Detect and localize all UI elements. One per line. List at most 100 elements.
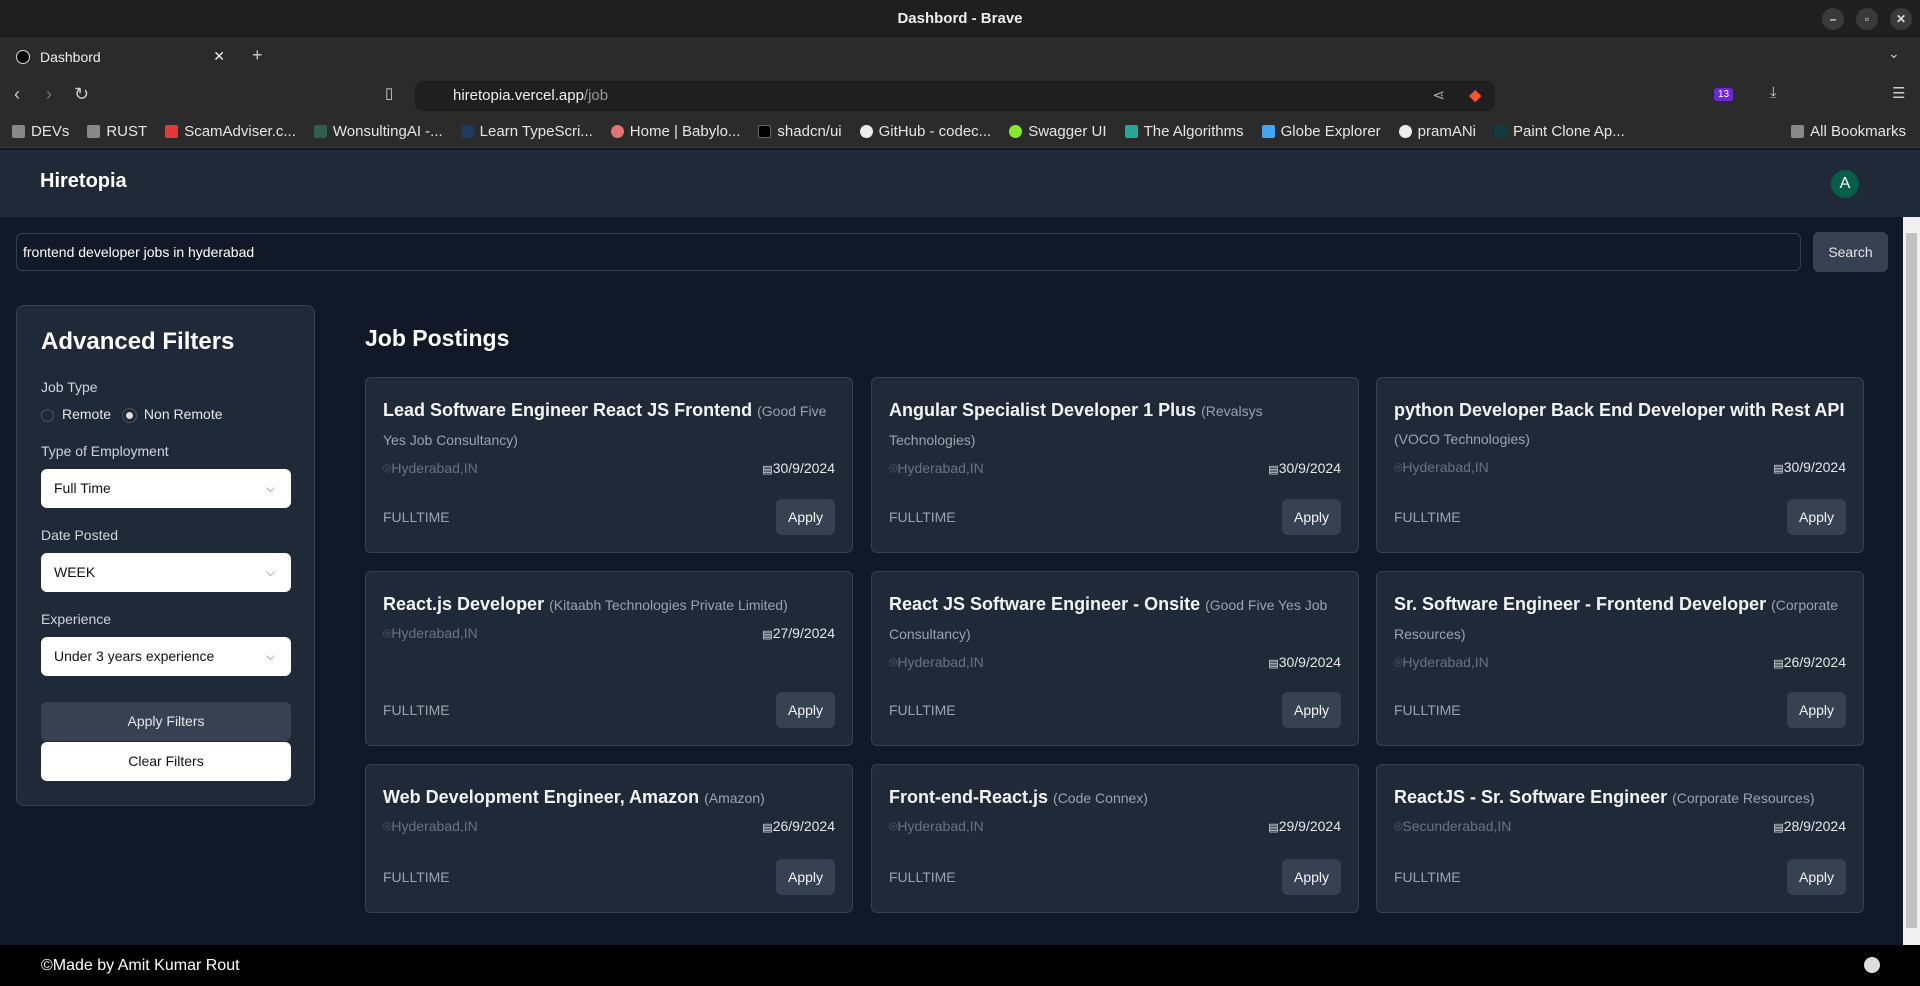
download-icon[interactable]: ⤓ (1770, 84, 1777, 101)
apply-button[interactable]: Apply (1787, 859, 1846, 895)
calendar-icon: ▤ (1268, 464, 1279, 476)
github-icon[interactable] (1864, 957, 1880, 973)
bookmark-item[interactable]: Learn TypeScri... (460, 123, 593, 140)
job-title[interactable]: Lead Software Engineer React JS Frontend… (383, 396, 835, 454)
radio-icon (41, 408, 54, 422)
new-tab-button[interactable]: + (252, 45, 263, 66)
job-card: ReactJS - Sr. Software Engineer (Corpora… (1376, 764, 1864, 913)
bookmark-item[interactable]: WonsultingAI -... (313, 123, 443, 140)
bookmark-item[interactable]: Swagger UI (1009, 123, 1107, 140)
job-title[interactable]: Web Development Engineer, Amazon (Amazon… (383, 783, 835, 812)
job-location: ⌾Hyderabad,IN (889, 818, 984, 835)
bookmark-item[interactable]: DEVs (12, 123, 69, 140)
all-bookmarks[interactable]: All Bookmarks (1791, 123, 1906, 140)
tab-dashbord[interactable]: Dashbord ✕ (8, 37, 233, 76)
bookmark-label: Swagger UI (1028, 123, 1107, 140)
maximize-button[interactable]: ▫ (1856, 8, 1878, 30)
apply-button[interactable]: Apply (1282, 692, 1341, 728)
bookmark-label: All Bookmarks (1810, 123, 1906, 140)
job-title-text: Web Development Engineer, Amazon (383, 787, 700, 807)
job-title[interactable]: React.js Developer (Kitaabh Technologies… (383, 590, 835, 619)
apply-button[interactable]: Apply (1282, 499, 1341, 535)
share-icon[interactable]: ⋖ (1432, 81, 1445, 111)
job-title-text: python Developer Back End Developer with… (1394, 400, 1845, 420)
job-title-text: Sr. Software Engineer - Frontend Develop… (1394, 594, 1767, 614)
calendar-icon: ▤ (1268, 658, 1279, 670)
url-path: /job (583, 87, 609, 104)
date-posted-select[interactable]: WEEK ⌵ (41, 553, 291, 592)
job-title[interactable]: Angular Specialist Developer 1 Plus (Rev… (889, 396, 1341, 454)
apply-filters-button[interactable]: Apply Filters (41, 702, 291, 741)
bookmark-item[interactable]: Globe Explorer (1261, 123, 1381, 140)
job-card: python Developer Back End Developer with… (1376, 377, 1864, 553)
bookmark-label: DEVs (31, 123, 70, 140)
bookmark-item[interactable]: Paint Clone Ap... (1494, 123, 1625, 140)
bookmark-label: The Algorithms (1143, 123, 1244, 140)
folder-icon (12, 125, 25, 138)
menu-icon[interactable]: ☰ (1892, 84, 1905, 102)
apply-button[interactable]: Apply (776, 692, 835, 728)
forward-button[interactable]: › (46, 84, 52, 105)
employment-select[interactable]: Full Time ⌵ (41, 469, 291, 508)
employment-value: Full Time (54, 480, 111, 496)
logo[interactable]: Hiretopia (40, 170, 127, 193)
reload-button[interactable]: ↻ (74, 84, 89, 105)
minimize-button[interactable]: – (1822, 8, 1844, 30)
non-remote-radio[interactable]: Non Remote (122, 406, 223, 422)
calendar-icon: ▤ (1773, 822, 1784, 834)
clear-filters-button[interactable]: Clear Filters (41, 742, 291, 781)
footer: ©Made by Amit Kumar Rout (0, 945, 1920, 986)
employment-type: FULLTIME (889, 509, 956, 525)
apply-button[interactable]: Apply (1787, 692, 1846, 728)
date-text: 28/9/2024 (1783, 818, 1846, 834)
company-name: (Amazon) (704, 790, 765, 806)
apply-button[interactable]: Apply (776, 859, 835, 895)
bookmark-item[interactable]: Home | Babylo... (610, 123, 740, 140)
experience-select[interactable]: Under 3 years experience ⌵ (41, 637, 291, 676)
bookmark-item[interactable]: The Algorithms (1124, 123, 1244, 140)
brave-shield-icon[interactable]: ◆ (1469, 81, 1481, 111)
tab-list-chevron-icon[interactable]: ⌄ (1888, 45, 1900, 62)
bookmark-item[interactable]: pramANi (1398, 123, 1476, 140)
scrollbar[interactable] (1903, 217, 1920, 945)
close-window-button[interactable]: ✕ (1890, 8, 1912, 30)
location-text: Hyderabad,IN (897, 654, 984, 670)
apply-button[interactable]: Apply (776, 499, 835, 535)
favicon-icon (1494, 125, 1508, 138)
search-input[interactable] (16, 233, 1801, 271)
job-title[interactable]: python Developer Back End Developer with… (1394, 396, 1846, 453)
tab-bar: Dashbord ✕ + ⌄ (0, 37, 1920, 76)
job-title[interactable]: ReactJS - Sr. Software Engineer (Corpora… (1394, 783, 1846, 812)
apply-button[interactable]: Apply (1787, 499, 1846, 535)
job-card: Angular Specialist Developer 1 Plus (Rev… (871, 377, 1359, 553)
remote-radio[interactable]: Remote (41, 406, 111, 422)
location-text: Hyderabad,IN (391, 625, 478, 641)
close-tab-icon[interactable]: ✕ (213, 48, 225, 65)
calendar-icon: ▤ (1773, 463, 1784, 475)
apply-button[interactable]: Apply (1282, 859, 1341, 895)
date-text: 27/9/2024 (772, 625, 835, 641)
bookmark-item[interactable]: shadcn/ui (758, 123, 842, 140)
scrollbar-thumb[interactable] (1906, 233, 1917, 928)
calendar-icon: ▤ (1773, 658, 1784, 670)
github-icon (859, 125, 873, 138)
employment-type: FULLTIME (889, 702, 956, 718)
employment-type: FULLTIME (383, 509, 450, 525)
back-button[interactable]: ‹ (14, 84, 20, 105)
url-bar[interactable]: hiretopia.vercel.app/job ◆ ⋖ (415, 81, 1495, 111)
avatar[interactable]: A (1831, 170, 1859, 198)
job-title[interactable]: Sr. Software Engineer - Frontend Develop… (1394, 590, 1846, 648)
job-date: ▤30/9/2024 (1268, 460, 1341, 477)
bookmark-icon[interactable]: ▯ (385, 84, 393, 102)
bookmark-item[interactable]: ScamAdviser.c... (165, 123, 296, 140)
bookmark-item[interactable]: GitHub - codec... (859, 123, 991, 140)
job-title[interactable]: Front-end-React.js (Code Connex) (889, 783, 1341, 812)
extension-badge[interactable]: 13 (1714, 88, 1734, 101)
bookmark-item[interactable]: RUST (87, 123, 147, 140)
favicon-icon (1261, 125, 1275, 138)
job-title[interactable]: React JS Software Engineer - Onsite (Goo… (889, 590, 1341, 648)
search-button[interactable]: Search (1813, 232, 1888, 272)
calendar-icon: ▤ (762, 464, 773, 476)
date-text: 30/9/2024 (1278, 460, 1341, 476)
calendar-icon: ▤ (1268, 822, 1279, 834)
